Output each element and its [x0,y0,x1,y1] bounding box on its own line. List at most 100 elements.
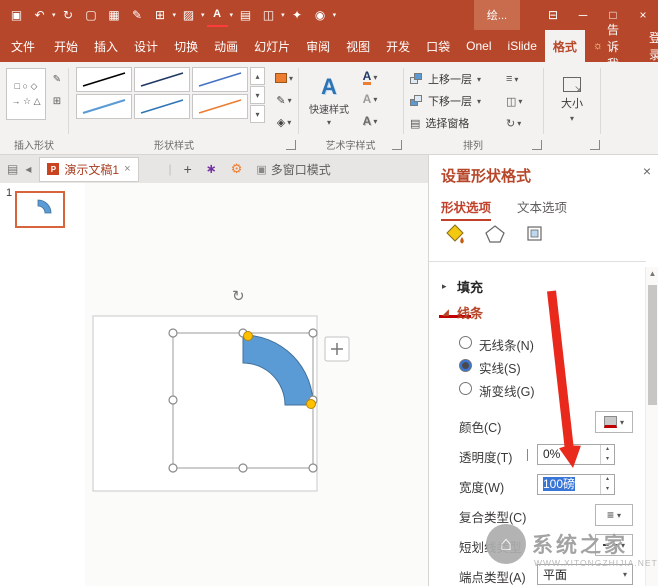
ribbon-display-options-icon[interactable]: ⊟ [538,0,568,30]
line-style-sample[interactable] [134,67,190,92]
line-color-button[interactable] [595,411,633,433]
tab-developer[interactable]: 开发 [378,30,418,62]
bring-forward-button[interactable]: 上移一层 [410,69,481,89]
table-dropdown-icon[interactable] [173,12,177,19]
tab-file[interactable]: 文件 [0,30,46,62]
size-properties-category-icon[interactable] [525,224,545,244]
line-style-sample[interactable] [76,67,132,92]
adjust-handle[interactable] [307,400,316,409]
new-document-icon[interactable]: ▢ [81,4,102,26]
text-fill-button[interactable]: A [356,67,384,87]
width-stepper[interactable]: ▴▾ [600,475,614,494]
scrollbar-thumb[interactable] [648,285,657,405]
line-style-sample[interactable] [134,94,190,119]
tab-onekey[interactable]: Onel [458,30,499,62]
font-color-dropdown-icon[interactable] [230,12,234,19]
contextual-tab-header[interactable]: 绘... [474,0,520,30]
tab-design[interactable]: 设计 [126,30,166,62]
gallery-up-icon[interactable]: ▴ [250,67,265,85]
multi-window-mode-button[interactable]: ▣ 多窗口模式 [256,161,330,178]
tab-format[interactable]: 格式 [545,30,585,62]
fill-color-dropdown-icon[interactable] [201,12,205,19]
record-icon[interactable]: ◉ [310,4,331,26]
tab-insert[interactable]: 插入 [86,30,126,62]
text-outline-button[interactable]: A [356,89,384,109]
dialog-launcher-icon[interactable] [286,140,296,150]
adjust-handle[interactable] [244,332,253,341]
dialog-launcher-icon[interactable] [590,140,600,150]
tab-slideshow[interactable]: 幻灯片 [246,30,298,62]
tell-me-box[interactable]: ☼ 告诉我... [585,30,637,62]
gear-icon[interactable]: ⚙ [231,161,243,177]
close-button[interactable]: × [628,0,658,30]
quick-styles-button[interactable]: A 快速样式 [306,66,352,136]
document-tab[interactable]: P 演示文稿1 × [39,157,138,182]
fill-section-header[interactable]: 填充 [457,277,483,296]
transparency-slider[interactable] [527,449,528,461]
tab-animations[interactable]: 动画 [206,30,246,62]
tab-shape-options[interactable]: 形状选项 [441,197,491,221]
radio-no-line[interactable] [459,336,472,349]
new-tab-icon[interactable]: + [184,161,192,177]
tab-koudai[interactable]: 口袋 [418,30,458,62]
tab-close-icon[interactable]: × [124,163,130,175]
line-style-sample[interactable] [192,67,248,92]
dialog-launcher-icon[interactable] [392,140,402,150]
rotate-button[interactable]: ↻ [506,113,521,133]
shape-effects-button[interactable]: ◈ [270,112,298,132]
undo-dropdown-icon[interactable] [52,12,56,19]
text-box-icon[interactable]: ⊞ [48,92,66,110]
record-dropdown-icon[interactable] [333,12,337,19]
line-style-sample[interactable] [76,94,132,119]
radio-solid-line[interactable] [459,359,472,372]
group-objects-button[interactable]: ◫ [506,91,522,111]
redo-icon[interactable]: ↻ [58,4,79,26]
line-style-sample[interactable] [192,94,248,119]
slides-panel-icon[interactable]: ▤ [7,162,18,176]
tab-islide[interactable]: iSlide [500,30,545,62]
chart-icon[interactable]: ▤ [235,4,256,26]
sign-in-button[interactable]: 登录 [637,30,658,62]
tab-view[interactable]: 视图 [338,30,378,62]
print-preview-icon[interactable]: ▦ [104,4,125,26]
send-backward-button[interactable]: 下移一层 [410,91,481,111]
clipboard-icon[interactable]: ◫ [258,4,279,26]
gallery-down-icon[interactable]: ▾ [250,86,265,104]
fill-color-icon[interactable]: ▨ [178,4,199,26]
chevron-right-icon[interactable]: ▸ [442,281,447,292]
size-button[interactable]: 大小 [550,68,594,132]
pen-icon[interactable]: ✎ [127,4,148,26]
tab-home[interactable]: 开始 [46,30,86,62]
tab-transitions[interactable]: 切换 [166,30,206,62]
shape-styles-gallery[interactable] [76,67,248,119]
shape-fill-button[interactable] [270,68,298,88]
shape-outline-button[interactable]: ✎ [270,90,298,110]
tab-text-options[interactable]: 文本选项 [517,197,567,219]
effects-category-icon[interactable] [485,224,505,244]
back-arrow-icon[interactable]: ◂ [25,162,31,176]
clipboard-dropdown-icon[interactable] [281,12,285,19]
transparency-stepper[interactable]: ▴▾ [600,445,614,464]
tools-icon[interactable]: ✦ [287,4,308,26]
pane-close-icon[interactable]: × [643,163,651,179]
text-effects-button[interactable]: A [356,111,384,131]
undo-icon[interactable]: ↶ [29,4,50,26]
shapes-gallery[interactable]: □ ○ ◇ → ☆ △ [6,68,46,120]
gallery-more-icon[interactable]: ▾ [250,105,265,123]
width-input[interactable]: 100磅 ▴▾ [537,474,615,495]
transparency-input[interactable]: 0% ▴▾ [537,444,615,465]
minimize-button[interactable]: ─ [568,0,598,30]
font-color-icon[interactable]: A [207,3,228,27]
tab-review[interactable]: 审阅 [298,30,338,62]
chevron-expanded-icon[interactable]: ◢ [442,307,449,318]
slide-thumbnail[interactable] [15,191,65,228]
line-section-header[interactable]: 线条 [457,303,483,322]
rotate-handle-icon[interactable]: ↻ [232,287,245,305]
table-icon[interactable]: ⊞ [150,4,171,26]
addin-star-icon[interactable]: ∗ [206,161,217,177]
align-button[interactable]: ≡ [506,69,518,89]
insert-placeholder-button[interactable] [325,337,349,361]
slide-canvas[interactable]: ↻ [85,183,428,586]
radio-gradient-line[interactable] [459,382,472,395]
edit-shape-icon[interactable]: ✎ [48,70,66,88]
